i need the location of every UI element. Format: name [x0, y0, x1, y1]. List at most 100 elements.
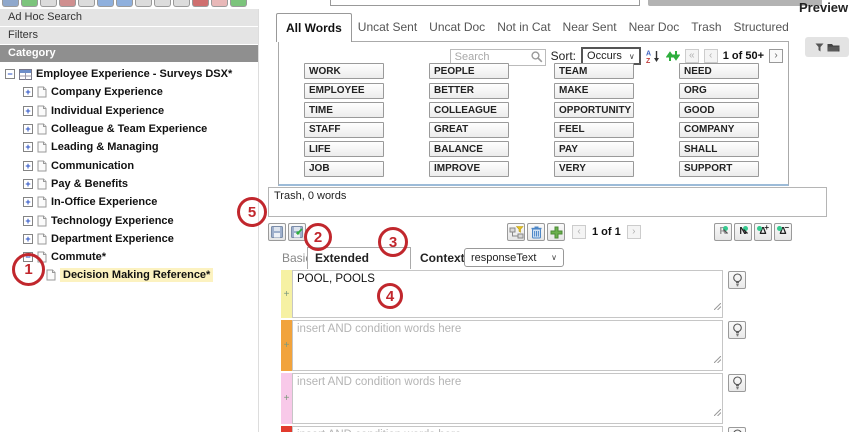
- tree-item[interactable]: + Leading & Managing: [0, 138, 258, 156]
- word-button[interactable]: ORG: [679, 83, 759, 99]
- match-n-icon[interactable]: N: [734, 223, 752, 241]
- tab-uncat-sent[interactable]: Uncat Sent: [352, 13, 423, 42]
- resize-handle[interactable]: [714, 297, 721, 315]
- resize-handle[interactable]: [714, 350, 721, 368]
- word-button[interactable]: SHALL: [679, 141, 759, 157]
- word-button[interactable]: BETTER: [429, 83, 509, 99]
- toolbar-icon[interactable]: [21, 0, 38, 7]
- word-button[interactable]: TEAM: [554, 63, 634, 79]
- word-button[interactable]: TIME: [304, 102, 384, 118]
- tree-item[interactable]: + Individual Experience: [0, 102, 258, 120]
- pager-prev-button[interactable]: ‹: [704, 49, 718, 63]
- word-button[interactable]: WORK: [304, 63, 384, 79]
- filter-folder-button[interactable]: [805, 37, 849, 57]
- add-condition-gutter[interactable]: +: [281, 270, 292, 318]
- tree-item-label[interactable]: Commute*: [51, 251, 106, 263]
- tab-not-in-cat[interactable]: Not in Cat: [491, 13, 556, 42]
- model-input-remnant[interactable]: [330, 0, 640, 6]
- expand-icon[interactable]: +: [23, 216, 33, 226]
- word-button[interactable]: FEEL: [554, 122, 634, 138]
- word-button[interactable]: GOOD: [679, 102, 759, 118]
- sidebar-section-category[interactable]: Category: [0, 45, 258, 62]
- sidebar-section-adhoc-search[interactable]: Ad Hoc Search: [0, 9, 258, 26]
- toolbar-icon[interactable]: [116, 0, 133, 7]
- tree-root-label[interactable]: Employee Experience - Surveys DSX*: [36, 68, 232, 80]
- toolbar-icon[interactable]: [135, 0, 152, 7]
- add-condition-gutter[interactable]: +: [281, 426, 292, 432]
- tree-item[interactable]: + Pay & Benefits: [0, 175, 258, 193]
- expand-icon[interactable]: +: [23, 161, 33, 171]
- tab-near-sent[interactable]: Near Sent: [557, 13, 623, 42]
- toolbar-icon[interactable]: [211, 0, 228, 7]
- tree-item-label[interactable]: Individual Experience: [51, 105, 164, 117]
- tree-item[interactable]: + Technology Experience: [0, 211, 258, 229]
- model-button-remnant[interactable]: [648, 0, 822, 6]
- word-button[interactable]: PEOPLE: [429, 63, 509, 79]
- toolbar-icon[interactable]: [78, 0, 95, 7]
- expand-icon[interactable]: +: [23, 106, 33, 116]
- toolbar-icon[interactable]: [230, 0, 247, 7]
- pager-next-button[interactable]: ›: [769, 49, 783, 63]
- add-rule-icon[interactable]: [547, 223, 565, 241]
- sort-direction-icon[interactable]: [666, 49, 680, 63]
- category-tree-icon[interactable]: [507, 223, 525, 241]
- pager-first-button[interactable]: «: [685, 49, 699, 63]
- condition-input[interactable]: [292, 426, 723, 432]
- word-button[interactable]: PAY: [554, 141, 634, 157]
- word-button[interactable]: JOB: [304, 161, 384, 177]
- expand-icon[interactable]: +: [23, 142, 33, 152]
- tree-item-label[interactable]: Pay & Benefits: [51, 178, 128, 190]
- tree-item[interactable]: + Communication: [0, 156, 258, 174]
- toolbar-icon[interactable]: [192, 0, 209, 7]
- toolbar-icon[interactable]: [173, 0, 190, 7]
- expand-icon[interactable]: +: [23, 87, 33, 97]
- tree-item-label[interactable]: Technology Experience: [51, 215, 174, 227]
- expand-icon[interactable]: +: [23, 124, 33, 134]
- sort-az-icon[interactable]: AZ: [646, 49, 661, 64]
- match-r-icon[interactable]: R: [714, 223, 732, 241]
- tree-item[interactable]: +Department Experience: [0, 230, 258, 248]
- expand-icon[interactable]: +: [23, 197, 33, 207]
- suggest-bulb-icon[interactable]: [728, 427, 746, 432]
- tree-item-label[interactable]: Decision Making Reference*: [60, 268, 213, 282]
- expand-icon[interactable]: +: [23, 234, 33, 244]
- word-button[interactable]: NEED: [679, 63, 759, 79]
- word-button[interactable]: EMPLOYEE: [304, 83, 384, 99]
- tree-item[interactable]: + Colleague & Team Experience: [0, 120, 258, 138]
- word-button[interactable]: VERY: [554, 161, 634, 177]
- rules-pager-next-button[interactable]: ›: [627, 225, 641, 239]
- tab-all-words[interactable]: All Words: [276, 13, 352, 42]
- toolbar-icon[interactable]: [59, 0, 76, 7]
- tree-item[interactable]: + Company Experience: [0, 83, 258, 101]
- add-condition-gutter[interactable]: +: [281, 320, 292, 371]
- tree-item-label[interactable]: Leading & Managing: [51, 141, 159, 153]
- toolbar-icon[interactable]: [154, 0, 171, 7]
- tree-root[interactable]: − Employee Experience - Surveys DSX*: [0, 65, 258, 83]
- save-icon[interactable]: [268, 223, 286, 241]
- tree-item[interactable]: + In-Office Experience: [0, 193, 258, 211]
- word-button[interactable]: COMPANY: [679, 122, 759, 138]
- tree-item-label[interactable]: Colleague & Team Experience: [51, 123, 207, 135]
- tab-uncat-doc[interactable]: Uncat Doc: [423, 13, 491, 42]
- tab-structured[interactable]: Structured: [728, 13, 795, 42]
- condition-input[interactable]: POOL, POOLS: [292, 270, 723, 318]
- word-button[interactable]: GREAT: [429, 122, 509, 138]
- toolbar-icon[interactable]: [40, 0, 57, 7]
- word-button[interactable]: COLLEAGUE: [429, 102, 509, 118]
- suggest-bulb-icon[interactable]: [728, 321, 746, 339]
- suggest-bulb-icon[interactable]: [728, 374, 746, 392]
- tab-near-doc[interactable]: Near Doc: [623, 13, 686, 42]
- trash-icon[interactable]: [527, 223, 545, 241]
- tree-item-label[interactable]: In-Office Experience: [51, 196, 157, 208]
- expand-icon[interactable]: +: [23, 179, 33, 189]
- word-button[interactable]: MAKE: [554, 83, 634, 99]
- word-button[interactable]: BALANCE: [429, 141, 509, 157]
- add-condition-gutter[interactable]: +: [281, 373, 292, 424]
- suggest-bulb-icon[interactable]: [728, 271, 746, 289]
- tree-item-label[interactable]: Company Experience: [51, 86, 163, 98]
- word-button[interactable]: LIFE: [304, 141, 384, 157]
- toolbar-icon[interactable]: [2, 0, 19, 7]
- context-select[interactable]: responseText ∨: [464, 248, 564, 267]
- word-button[interactable]: STAFF: [304, 122, 384, 138]
- tree-item-label[interactable]: Communication: [51, 160, 134, 172]
